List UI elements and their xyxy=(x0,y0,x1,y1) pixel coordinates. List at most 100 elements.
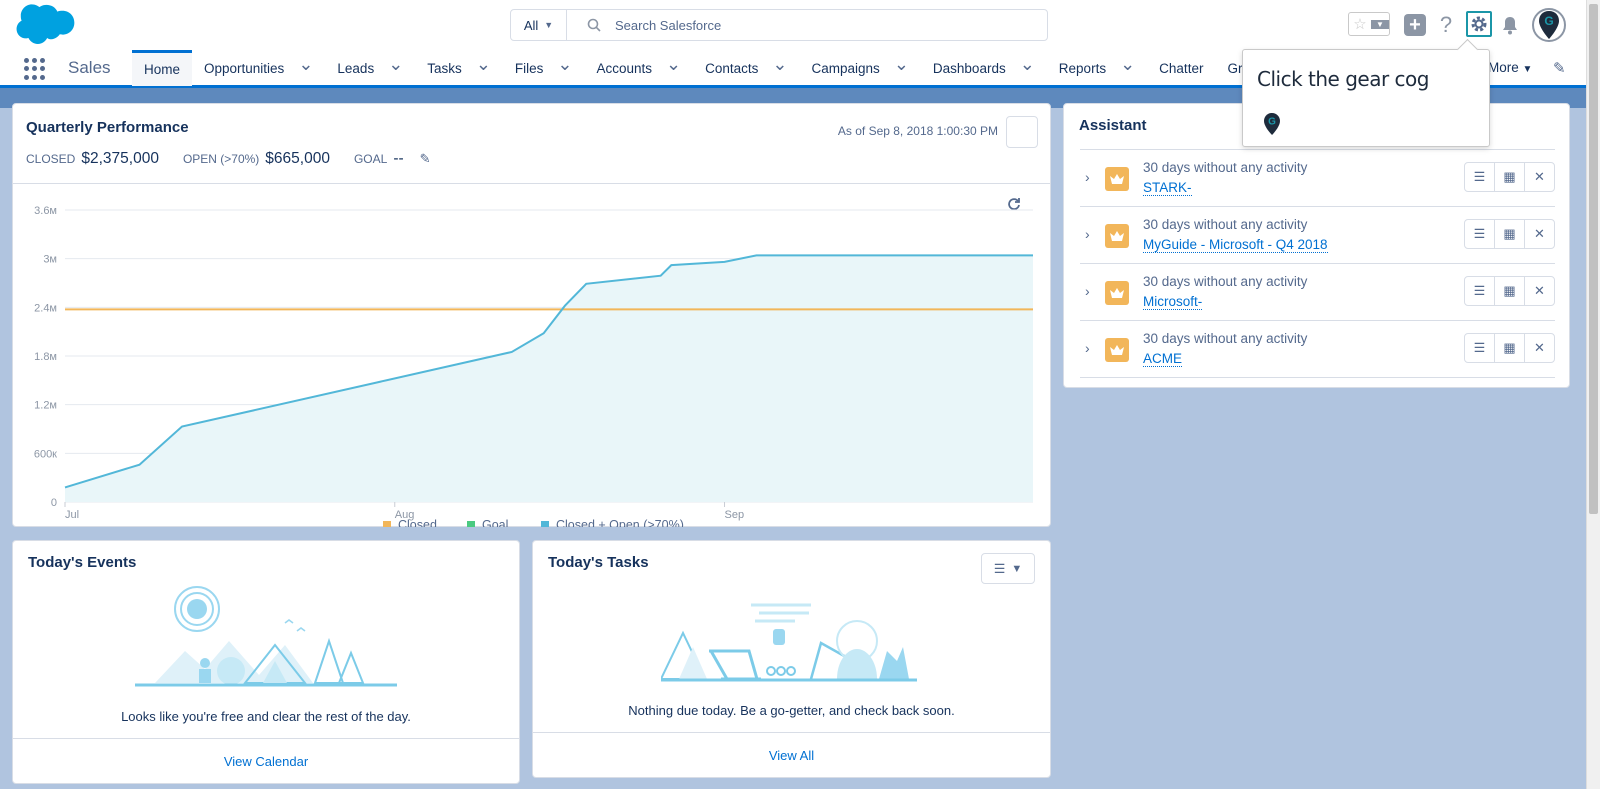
legend-swatch xyxy=(541,521,549,527)
edit-nav-pencil-icon[interactable]: ✎ xyxy=(1553,59,1566,77)
close-icon[interactable]: ✕ xyxy=(1524,333,1555,363)
legend-label: Goal xyxy=(482,518,508,527)
open-value: $665,000 xyxy=(265,150,330,167)
nav-tab-menu-chevron-icon[interactable]: ⌄ xyxy=(772,54,787,75)
app-launcher-icon[interactable] xyxy=(24,58,46,80)
assistant-record-link[interactable]: ACME xyxy=(1143,351,1183,367)
close-icon[interactable]: ✕ xyxy=(1524,276,1555,306)
favorites-button[interactable]: ☆ ▼ xyxy=(1348,12,1390,36)
notifications-button[interactable] xyxy=(1500,14,1520,36)
nav-tab-label: Accounts xyxy=(596,60,653,76)
chevron-right-icon[interactable]: › xyxy=(1085,340,1090,356)
assistant-message: 30 days without any activity xyxy=(1143,274,1308,289)
legend-label: Closed xyxy=(398,518,437,527)
new-task-icon[interactable]: ☰ xyxy=(1464,333,1495,363)
edit-goal-pencil-icon[interactable]: ✎ xyxy=(420,151,431,167)
crown-icon xyxy=(1105,224,1129,248)
nav-tab-menu-chevron-icon[interactable]: ⌄ xyxy=(388,54,403,75)
goal-value: -- xyxy=(393,150,404,167)
nav-tab-menu-chevron-icon[interactable]: ⌄ xyxy=(1120,54,1135,75)
y-tick-label: 2.4м xyxy=(34,302,57,314)
nav-tab-campaigns[interactable]: Campaigns ⌄ xyxy=(800,50,921,86)
nav-more-menu[interactable]: More ▼ xyxy=(1488,60,1532,75)
assistant-action-buttons: ☰ ▦ ✕ xyxy=(1464,219,1555,249)
assistant-record-link[interactable]: Microsoft- xyxy=(1143,294,1203,310)
scrollbar-thumb[interactable] xyxy=(1589,4,1598,514)
new-task-icon[interactable]: ☰ xyxy=(1464,162,1495,192)
view-calendar-link[interactable]: View Calendar xyxy=(13,738,519,783)
calendar-icon[interactable]: ▦ xyxy=(1494,162,1525,192)
assistant-item: › 30 days without any activity MyGuide - M… xyxy=(1080,207,1555,264)
calendar-icon[interactable]: ▦ xyxy=(1494,219,1525,249)
nav-tab-contacts[interactable]: Contacts ⌄ xyxy=(693,50,799,86)
assistant-item: › 30 days without any activity STARK- ☰ ▦ ✕ xyxy=(1080,150,1555,207)
page-scrollbar[interactable] xyxy=(1586,0,1600,789)
favorites-dropdown-icon[interactable]: ▼ xyxy=(1371,19,1389,29)
nav-tab-chatter[interactable]: Chatter xyxy=(1147,50,1215,86)
global-actions-button[interactable]: + xyxy=(1404,14,1426,36)
nav-tab-menu-chevron-icon[interactable]: ⌄ xyxy=(1020,54,1035,75)
crown-icon xyxy=(1105,167,1129,191)
app-name: Sales xyxy=(68,58,111,77)
search-scope-label: All xyxy=(523,17,539,33)
assistant-record-link[interactable]: MyGuide - Microsoft - Q4 2018 xyxy=(1143,237,1328,253)
goal-label: GOAL xyxy=(353,152,388,166)
nav-tab-leads[interactable]: Leads ⌄ xyxy=(325,50,415,86)
camping-illustration xyxy=(135,586,397,687)
favorites-star-icon[interactable]: ☆ xyxy=(1349,15,1371,33)
closed-label: CLOSED xyxy=(26,152,76,166)
search-icon xyxy=(587,18,601,32)
nav-tab-menu-chevron-icon[interactable]: ⌄ xyxy=(666,54,681,75)
nav-tab-label: Campaigns xyxy=(811,60,880,76)
help-icon[interactable]: ? xyxy=(1436,10,1456,40)
header-utility-icons: ☆ ▼ + ? G xyxy=(1348,8,1578,44)
bell-icon xyxy=(1503,17,1517,35)
salesforce-logo[interactable] xyxy=(14,4,76,46)
new-task-icon[interactable]: ☰ xyxy=(1464,219,1495,249)
quarterly-performance-card: Quarterly Performance As of Sep 8, 2018 … xyxy=(12,103,1051,527)
assistant-message: 30 days without any activity xyxy=(1143,217,1308,232)
chevron-right-icon[interactable]: › xyxy=(1085,283,1090,299)
as-of-timestamp: As of Sep 8, 2018 1:00:30 PM xyxy=(837,124,998,138)
y-tick-label: 3.6м xyxy=(34,205,57,217)
assistant-item: › 30 days without any activity Microsoft- ☰… xyxy=(1080,264,1555,321)
search-scope-dropdown[interactable]: All ▼ xyxy=(511,10,567,40)
sort-icon: ☰ xyxy=(993,560,1006,576)
sort-tasks-button[interactable]: ☰ ▼ xyxy=(981,553,1035,584)
nav-tab-opportunities[interactable]: Opportunities ⌄ xyxy=(192,50,325,86)
search-input[interactable]: Search Salesforce xyxy=(567,10,1047,40)
nav-tab-label: Opportunities xyxy=(204,60,285,76)
close-icon[interactable]: ✕ xyxy=(1524,219,1555,249)
x-tick-label: Jul xyxy=(65,509,79,521)
search-placeholder: Search Salesforce xyxy=(615,17,722,33)
gear-icon xyxy=(1471,16,1487,32)
nav-tab-tasks[interactable]: Tasks ⌄ xyxy=(415,50,503,86)
nav-tab-files[interactable]: Files ⌄ xyxy=(503,50,585,86)
refresh-button[interactable] xyxy=(1006,116,1038,210)
calendar-icon[interactable]: ▦ xyxy=(1494,276,1525,306)
assistant-record-link[interactable]: STARK- xyxy=(1143,180,1192,196)
nav-tab-menu-chevron-icon[interactable]: ⌄ xyxy=(894,54,909,75)
close-icon[interactable]: ✕ xyxy=(1524,162,1555,192)
chevron-right-icon[interactable]: › xyxy=(1085,169,1090,185)
avatar[interactable]: G xyxy=(1532,8,1566,42)
nav-tab-menu-chevron-icon[interactable]: ⌄ xyxy=(298,54,313,75)
global-search: All ▼ Search Salesforce xyxy=(510,9,1048,41)
view-all-tasks-link[interactable]: View All xyxy=(533,732,1050,777)
nav-tab-dashboards[interactable]: Dashboards ⌄ xyxy=(921,50,1047,86)
calendar-icon[interactable]: ▦ xyxy=(1494,333,1525,363)
nav-tab-accounts[interactable]: Accounts ⌄ xyxy=(585,50,694,86)
legend-label: Closed + Open (>70%) xyxy=(556,518,684,527)
performance-stats: CLOSED $2,375,000 OPEN (>70%) $665,000 G… xyxy=(26,150,431,168)
setup-gear-button[interactable] xyxy=(1466,11,1492,37)
new-task-icon[interactable]: ☰ xyxy=(1464,276,1495,306)
chevron-right-icon[interactable]: › xyxy=(1085,226,1090,242)
nav-tab-menu-chevron-icon[interactable]: ⌄ xyxy=(476,54,491,75)
nav-tab-menu-chevron-icon[interactable]: ⌄ xyxy=(557,54,572,75)
todays-tasks-title: Today's Tasks xyxy=(548,554,649,571)
nav-tab-reports[interactable]: Reports ⌄ xyxy=(1047,50,1147,86)
assistant-list: › 30 days without any activity STARK- ☰ ▦ ✕ › 3… xyxy=(1080,149,1555,378)
crown-icon xyxy=(1105,281,1129,305)
view-calendar-label: View Calendar xyxy=(223,753,309,769)
nav-tab-home[interactable]: Home xyxy=(132,50,193,86)
